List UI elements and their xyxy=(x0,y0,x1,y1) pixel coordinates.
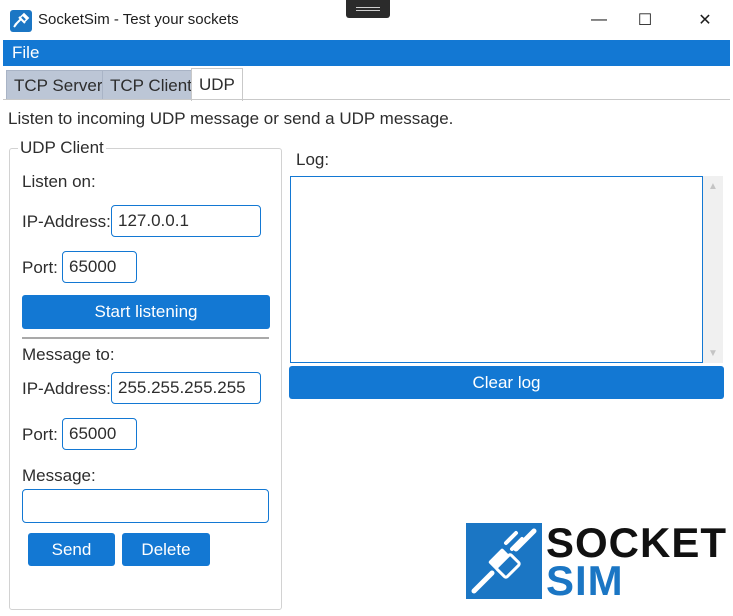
tab-udp[interactable]: UDP xyxy=(191,68,243,101)
scroll-down-icon[interactable]: ▼ xyxy=(703,345,723,361)
listen-port-input[interactable] xyxy=(62,251,137,283)
listen-on-heading: Listen on: xyxy=(22,172,96,191)
tab-tcp-client[interactable]: TCP Client xyxy=(102,70,200,100)
tab-strip: TCP Server TCP Client UDP xyxy=(3,66,730,101)
message-to-heading: Message to: xyxy=(22,345,115,364)
message-label: Message: xyxy=(22,466,96,485)
udp-client-group-title: UDP Client xyxy=(18,138,106,158)
maximize-button[interactable]: ☐ xyxy=(622,0,668,40)
menu-file[interactable]: File xyxy=(12,43,39,63)
send-button[interactable]: Send xyxy=(28,533,115,566)
scroll-up-icon[interactable]: ▲ xyxy=(703,178,723,194)
start-listening-button[interactable]: Start listening xyxy=(22,295,270,329)
title-bar[interactable]: SocketSim - Test your sockets — ☐ ✕ xyxy=(0,0,733,40)
send-ip-input[interactable] xyxy=(111,372,261,404)
log-label: Log: xyxy=(296,150,330,169)
close-button[interactable]: ✕ xyxy=(682,0,728,40)
message-input[interactable] xyxy=(22,489,269,523)
send-ip-label: IP-Address: xyxy=(22,379,111,398)
page-description: Listen to incoming UDP message or send a… xyxy=(8,109,454,128)
clear-log-button[interactable]: Clear log xyxy=(289,366,724,399)
listen-ip-input[interactable] xyxy=(111,205,261,237)
section-divider xyxy=(22,337,269,339)
window-title: SocketSim - Test your sockets xyxy=(38,11,239,28)
send-port-label: Port: xyxy=(22,425,58,444)
send-port-input[interactable] xyxy=(62,418,137,450)
listen-ip-label: IP-Address: xyxy=(22,212,111,231)
app-icon xyxy=(10,10,32,32)
listen-port-label: Port: xyxy=(22,258,58,277)
minimize-button[interactable]: — xyxy=(576,0,622,40)
menu-bar: File xyxy=(3,40,730,66)
tab-tcp-server[interactable]: TCP Server xyxy=(6,70,111,100)
socketsim-logo: SOCKET SIM xyxy=(466,519,726,604)
drag-handle[interactable] xyxy=(346,0,390,18)
socket-plug-icon xyxy=(466,523,542,599)
log-scrollbar[interactable]: ▲ ▼ xyxy=(703,176,723,363)
logo-text-sim: SIM xyxy=(546,557,624,604)
delete-button[interactable]: Delete xyxy=(122,533,210,566)
log-textbox[interactable] xyxy=(290,176,703,363)
